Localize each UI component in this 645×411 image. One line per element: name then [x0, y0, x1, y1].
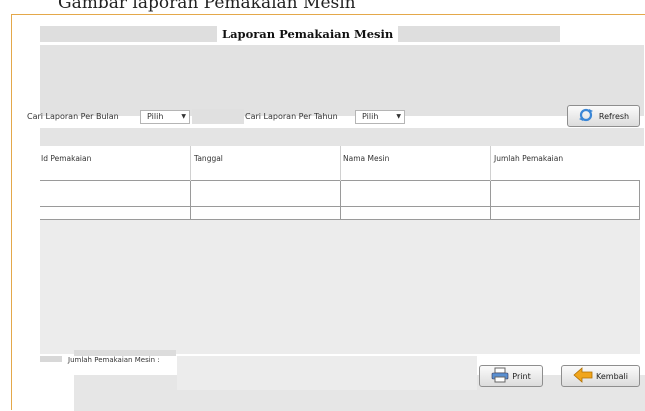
- cell-divider: [639, 207, 640, 220]
- back-arrow-icon: [573, 367, 593, 385]
- table-row[interactable]: [40, 207, 640, 220]
- column-header: Jumlah Pemakaian: [494, 154, 564, 163]
- figure-caption: Gambar laporan Pemakaian Mesin: [58, 0, 356, 13]
- column-header: Tanggal: [194, 154, 223, 163]
- month-select[interactable]: Pilih ▼: [140, 110, 190, 124]
- column-divider: [190, 146, 191, 181]
- back-button-label: Kembali: [596, 371, 628, 381]
- cell-divider: [639, 181, 640, 207]
- print-button[interactable]: Print: [479, 365, 543, 387]
- cell-divider: [340, 207, 341, 220]
- month-filter-label: Cari Laporan Per Bulan: [27, 112, 119, 121]
- cell-divider: [490, 181, 491, 207]
- left-strip: [12, 15, 40, 411]
- chevron-down-icon: ▼: [181, 113, 186, 120]
- column-divider: [490, 146, 491, 181]
- column-header: Nama Mesin: [343, 154, 390, 163]
- cell-divider: [340, 181, 341, 207]
- top-panel: [40, 45, 644, 116]
- refresh-icon: [578, 108, 596, 124]
- year-select-value: Pilih: [362, 112, 379, 121]
- cell-divider: [490, 207, 491, 220]
- cell-divider: [190, 181, 191, 207]
- cell-divider: [190, 207, 191, 220]
- refresh-button[interactable]: Refresh: [567, 105, 640, 127]
- column-header: Id Pemakaian: [41, 154, 92, 163]
- footer-mid-panel: [177, 356, 477, 390]
- filter-spacer: [192, 109, 244, 124]
- table-header: Id Pemakaian Tanggal Nama Mesin Jumlah P…: [40, 146, 640, 181]
- column-divider: [340, 146, 341, 181]
- year-filter-label: Cari Laporan Per Tahun: [245, 112, 338, 121]
- page-title: Laporan Pemakaian Mesin: [217, 26, 399, 42]
- header-strip: [40, 128, 644, 146]
- printer-icon: [491, 367, 509, 385]
- table-row[interactable]: [40, 181, 640, 207]
- chevron-down-icon: ▼: [396, 113, 401, 120]
- total-label-bg: [40, 356, 62, 362]
- report-window: Laporan Pemakaian Mesin Cari Laporan Per…: [11, 14, 645, 411]
- print-button-label: Print: [512, 371, 531, 381]
- total-value-field: [74, 350, 176, 356]
- report-table: Id Pemakaian Tanggal Nama Mesin Jumlah P…: [40, 146, 640, 354]
- month-select-value: Pilih: [147, 112, 164, 121]
- refresh-button-label: Refresh: [598, 111, 630, 121]
- year-select[interactable]: Pilih ▼: [355, 110, 405, 124]
- total-label: Jumlah Pemakaian Mesin :: [68, 356, 160, 364]
- back-button[interactable]: Kembali: [561, 365, 640, 387]
